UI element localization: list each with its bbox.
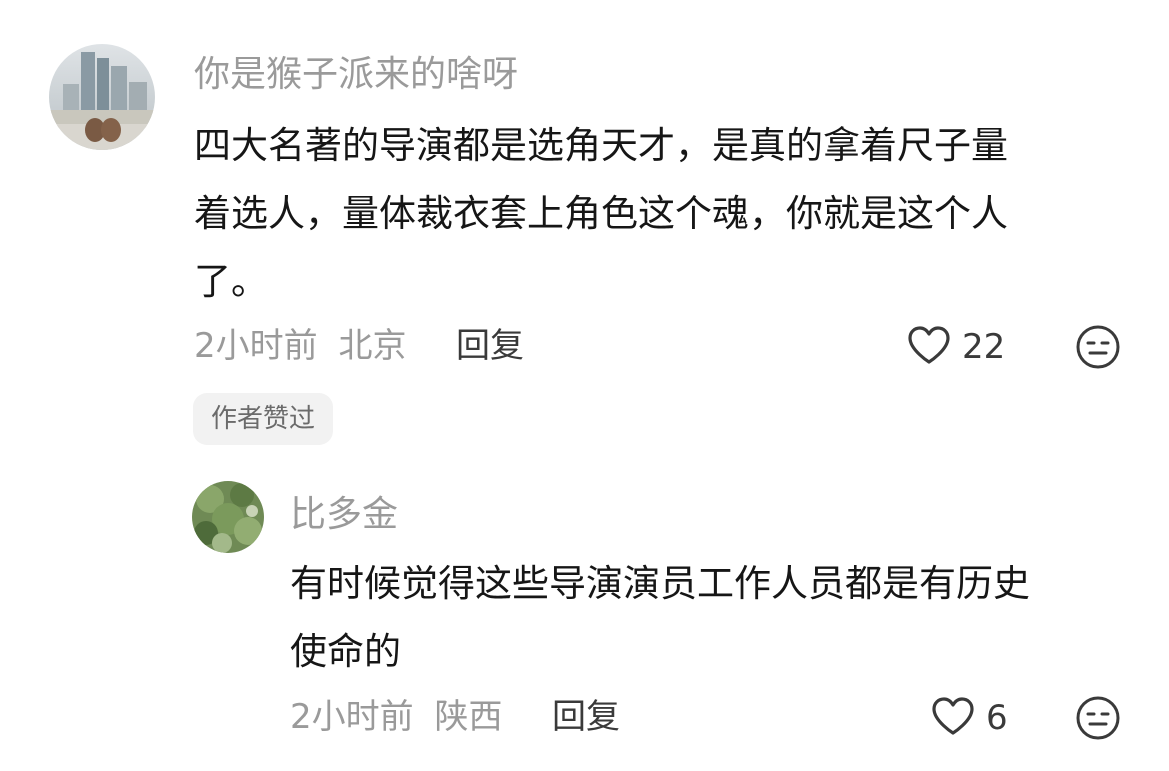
username[interactable]: 比多金 [290,493,398,537]
meh-face-icon[interactable] [1075,324,1121,374]
comment-text-line: 有时候觉得这些导演演员工作人员都是有历史 [290,562,1030,605]
reply-button[interactable]: 回复 [456,324,524,368]
like-button[interactable]: 6 [930,695,1008,741]
comment-content: 有时候觉得这些导演演员工作人员都是有历史 使命的 [290,550,1150,686]
like-count: 22 [962,327,1006,367]
location: 陕西 [434,697,503,737]
avatar[interactable] [49,44,155,150]
comment-meta: 2小时前 北京 [194,324,406,368]
username[interactable]: 你是猴子派来的啥呀 [194,53,518,97]
heart-outline-icon [906,324,952,370]
comment-text-line: 四大名著的导演都是选角天才，是真的拿着尺子量 [194,124,1008,167]
comment-text-line: 了。 [194,260,268,303]
author-liked-badge: 作者赞过 [193,393,334,445]
timestamp: 2小时前 [290,697,414,737]
reply-button[interactable]: 回复 [552,695,620,739]
avatar[interactable] [192,481,264,553]
comment-text-line: 着选人，量体裁衣套上角色这个魂，你就是这个人 [194,192,1008,235]
heart-outline-icon [930,695,976,741]
like-count: 6 [986,698,1008,738]
comment-content: 四大名著的导演都是选角天才，是真的拿着尺子量 着选人，量体裁衣套上角色这个魂，你… [194,112,1124,316]
meh-face-icon[interactable] [1075,695,1121,745]
timestamp: 2小时前 [194,326,318,366]
comment-text-line: 使命的 [290,630,401,673]
like-button[interactable]: 22 [906,324,1005,370]
comment-meta: 2小时前 陕西 [290,695,502,739]
location: 北京 [338,326,407,366]
